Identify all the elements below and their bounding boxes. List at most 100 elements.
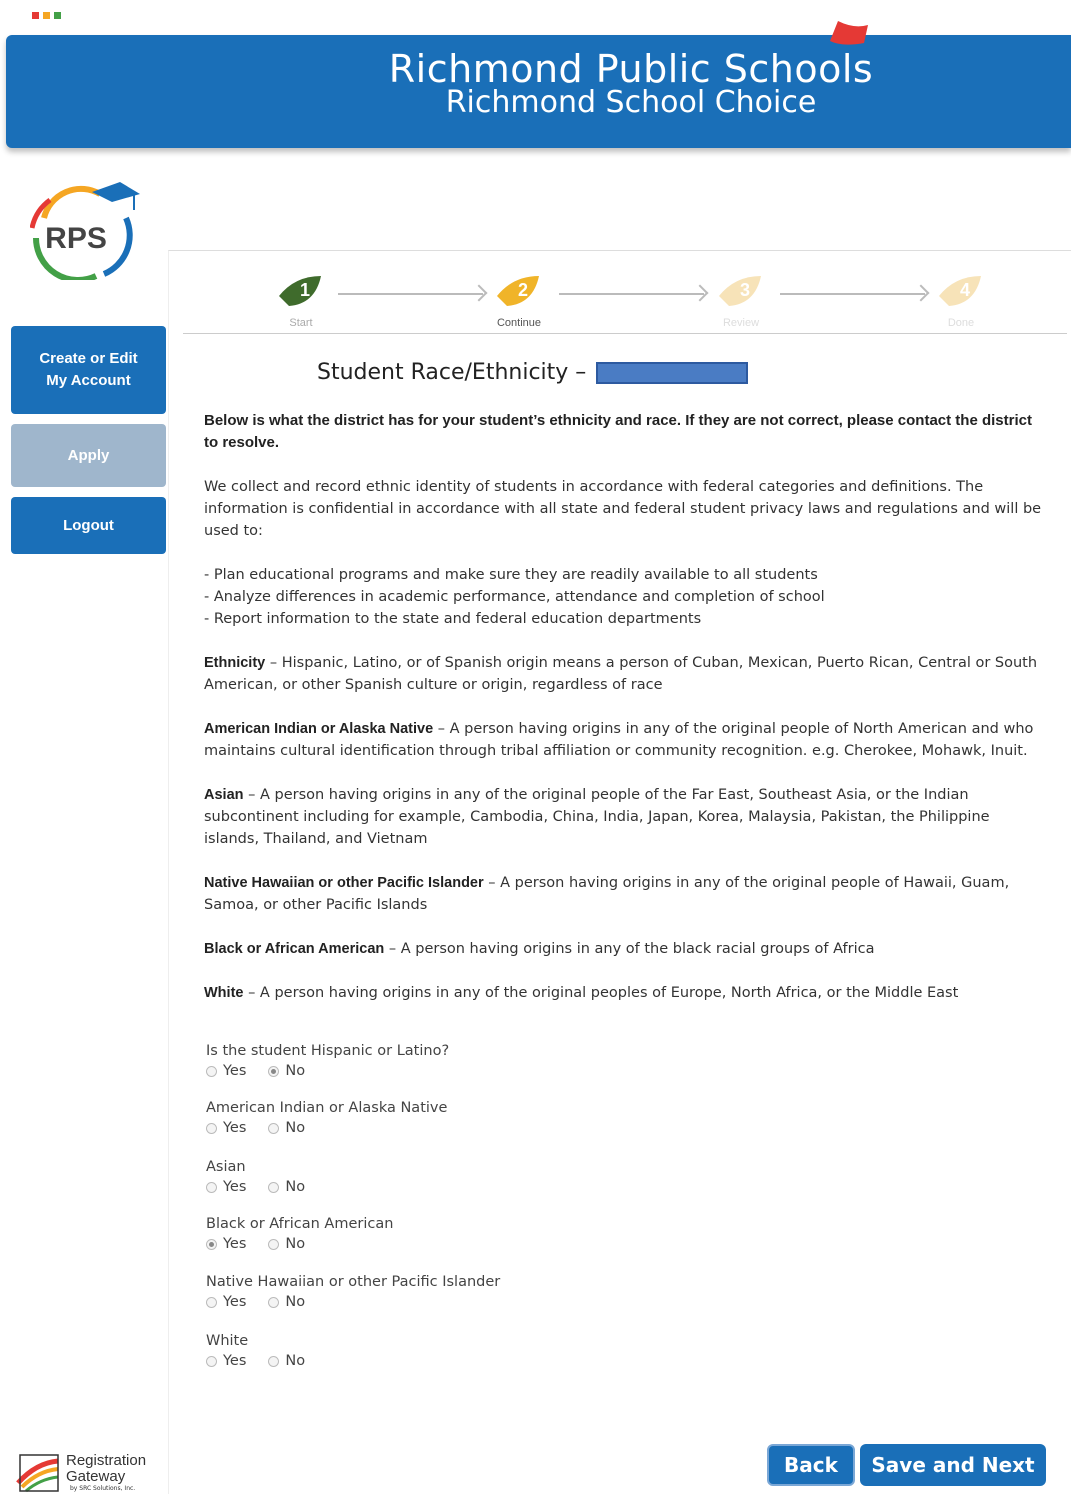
page-subtitle: Richmond School Choice <box>445 85 817 120</box>
uses-list: - Plan educational programs and make sur… <box>204 564 1044 630</box>
step-done: 4 Done <box>931 270 991 329</box>
question-label: Is the student Hispanic or Latino? <box>206 1043 450 1059</box>
step-arrow <box>780 293 925 295</box>
rps-logo: RPS <box>30 182 140 280</box>
svg-text:3: 3 <box>740 280 750 300</box>
create-label-line1: Create or Edit <box>39 350 138 367</box>
option-label: No <box>285 1179 306 1195</box>
radio-options: Yes No <box>206 1179 305 1195</box>
step-4-icon: 4 <box>939 276 981 306</box>
definition-term: Native Hawaiian or other Pacific Islande… <box>204 875 484 891</box>
option-label: Yes <box>223 1120 247 1136</box>
question-label: Black or African American <box>206 1216 394 1232</box>
brand-small: by SRC Solutions, Inc. <box>70 1485 136 1492</box>
step-3-icon: 3 <box>719 276 761 306</box>
option-label: No <box>285 1294 306 1310</box>
radio-yes[interactable] <box>206 1181 217 1193</box>
definition-native-hawaiian: Native Hawaiian or other Pacific Islande… <box>204 872 1044 916</box>
option-no[interactable]: No <box>268 1236 305 1252</box>
step-start: 1 Start <box>271 270 331 329</box>
svg-text:4: 4 <box>960 280 970 300</box>
logo-text: RPS <box>45 222 107 255</box>
option-label: No <box>285 1236 306 1252</box>
section-heading-text: Student Race/Ethnicity – <box>317 360 587 385</box>
option-yes[interactable]: Yes <box>206 1353 246 1369</box>
definition-text: – A person having origins in any of the … <box>243 985 959 1001</box>
radio-yes[interactable] <box>206 1296 217 1308</box>
option-no[interactable]: No <box>268 1353 305 1369</box>
header-banner: Richmond Public Schools Richmond School … <box>6 21 1071 148</box>
option-yes[interactable]: Yes <box>206 1236 246 1252</box>
back-button[interactable]: Back <box>767 1444 855 1486</box>
radio-yes[interactable] <box>206 1065 217 1077</box>
definition-asian: Asian – A person having origins in any o… <box>204 784 1044 850</box>
option-yes[interactable]: Yes <box>206 1294 246 1310</box>
option-label: Yes <box>223 1063 247 1079</box>
gateway-icon <box>16 1454 59 1493</box>
definition-text: – A person having origins in any of the … <box>384 941 875 957</box>
step-label: Continue <box>496 317 542 329</box>
option-label: Yes <box>223 1236 247 1252</box>
apply-button[interactable]: Apply <box>11 424 166 487</box>
option-yes[interactable]: Yes <box>206 1120 246 1136</box>
radio-yes[interactable] <box>206 1355 217 1367</box>
option-label: Yes <box>223 1353 247 1369</box>
step-1-icon: 1 <box>279 276 321 306</box>
radio-no[interactable] <box>268 1122 280 1134</box>
radio-options: Yes No <box>206 1353 305 1369</box>
radio-no[interactable] <box>268 1355 280 1367</box>
step-continue: 2 Continue <box>489 270 549 329</box>
progress-steps: 1 Start 2 Continue 3 Review 4 Done <box>183 270 1067 334</box>
step-arrow <box>559 293 704 295</box>
question-group: American Indian or Alaska Native Yes No <box>206 1100 447 1136</box>
option-no[interactable]: No <box>268 1063 305 1079</box>
definition-term: Ethnicity <box>204 655 266 671</box>
definition-text: – Hispanic, Latino, or of Spanish origin… <box>204 655 1038 693</box>
radio-yes[interactable] <box>206 1122 217 1134</box>
option-no[interactable]: No <box>268 1179 305 1195</box>
step-2-icon: 2 <box>497 276 539 306</box>
definition-term: White <box>204 985 244 1001</box>
create-label-line2: My Account <box>46 372 131 389</box>
radio-no[interactable] <box>268 1065 280 1077</box>
question-group: White Yes No <box>206 1333 305 1369</box>
step-label: Review <box>722 317 760 329</box>
logout-button[interactable]: Logout <box>11 497 166 554</box>
definition-term: Black or African American <box>204 941 385 957</box>
definition-term: American Indian or Alaska Native <box>204 721 434 737</box>
brand-line1: Registration <box>66 1452 147 1469</box>
option-label: No <box>285 1353 306 1369</box>
option-label: No <box>285 1120 306 1136</box>
radio-options: Yes No <box>206 1294 500 1310</box>
option-no[interactable]: No <box>268 1120 305 1136</box>
radio-options: Yes No <box>206 1063 449 1079</box>
question-label: White <box>206 1333 249 1349</box>
radio-no[interactable] <box>268 1296 280 1308</box>
window-dots <box>32 12 61 19</box>
radio-options: Yes No <box>206 1236 393 1252</box>
svg-text:2: 2 <box>518 280 528 300</box>
option-yes[interactable]: Yes <box>206 1179 246 1195</box>
step-label: Done <box>947 317 975 329</box>
page-curl-icon <box>830 21 868 45</box>
redacted-student-name <box>596 361 749 384</box>
step-arrow <box>338 293 483 295</box>
option-label: Yes <box>223 1179 247 1195</box>
option-label: No <box>285 1063 306 1079</box>
radio-no[interactable] <box>268 1181 280 1193</box>
content-body: Below is what the district has for your … <box>204 410 1044 1026</box>
intro-text: We collect and record ethnic identity of… <box>204 479 1042 539</box>
list-item: - Analyze differences in academic perfor… <box>204 589 825 605</box>
definition-american-indian: American Indian or Alaska Native – A per… <box>204 718 1044 762</box>
question-group: Is the student Hispanic or Latino? Yes No <box>206 1043 449 1079</box>
definition-white: White – A person having origins in any o… <box>204 982 1044 1004</box>
brand-line2: Gateway <box>66 1468 126 1485</box>
radio-no[interactable] <box>268 1238 280 1250</box>
create-edit-account-button[interactable]: Create or Edit My Account <box>11 326 166 414</box>
option-yes[interactable]: Yes <box>206 1063 246 1079</box>
radio-yes[interactable] <box>206 1238 217 1250</box>
save-and-next-button[interactable]: Save and Next <box>860 1444 1046 1486</box>
option-no[interactable]: No <box>268 1294 305 1310</box>
definition-term: Asian <box>204 787 244 803</box>
list-item: - Plan educational programs and make sur… <box>204 567 818 583</box>
